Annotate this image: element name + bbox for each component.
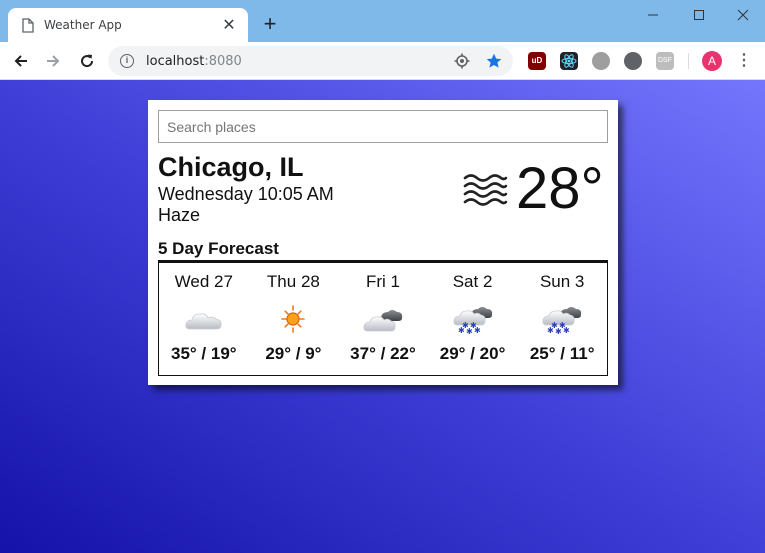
react-atom-icon bbox=[561, 54, 577, 68]
city-name: Chicago, IL bbox=[158, 152, 304, 182]
browser-tab[interactable]: Weather App ✕ bbox=[8, 8, 248, 42]
page-background: Chicago, IL Wednesday 10:05 AM Haze 28° … bbox=[0, 80, 765, 553]
bookmark-star-icon[interactable] bbox=[486, 53, 502, 69]
forecast-high: 29° bbox=[439, 344, 466, 363]
clouds-icon bbox=[363, 310, 403, 332]
reload-icon bbox=[81, 54, 94, 68]
forecast-day-label: Wed 27 bbox=[174, 272, 233, 291]
browser-toolbar: i localhost:8080 uD DSF A ⋮ bbox=[0, 42, 765, 80]
extension-3-icon[interactable] bbox=[592, 52, 610, 70]
forecast-day-label: Thu 28 bbox=[266, 272, 320, 291]
ublock-extension-icon[interactable]: uD bbox=[528, 52, 546, 70]
snow-cloud-icon: ✱ ✱ ✱✱ ✱ bbox=[453, 307, 492, 335]
profile-avatar[interactable]: A bbox=[702, 51, 722, 71]
back-button[interactable] bbox=[10, 50, 32, 72]
forecast-high: 29° bbox=[265, 344, 292, 363]
forecast-day-temps: 29° / 9° bbox=[265, 344, 322, 363]
cloud-icon bbox=[185, 313, 222, 330]
svg-text:✱: ✱ bbox=[559, 321, 566, 330]
svg-text:✱: ✱ bbox=[462, 321, 469, 330]
arrow-left-icon bbox=[14, 55, 27, 67]
forecast-day-temps: 35° / 19° bbox=[170, 344, 237, 363]
maximize-button[interactable] bbox=[676, 4, 722, 26]
forecast-day-temps: 25° / 11° bbox=[529, 344, 595, 363]
reload-button[interactable] bbox=[76, 50, 98, 72]
maximize-icon bbox=[694, 10, 704, 20]
window-close-button[interactable] bbox=[720, 4, 765, 26]
tab-close-icon[interactable]: ✕ bbox=[220, 15, 238, 35]
forecast-day-label: Fri 1 bbox=[365, 272, 400, 291]
tab-title: Weather App bbox=[44, 18, 122, 32]
address-bar[interactable]: i localhost:8080 bbox=[108, 46, 513, 76]
url-host: localhost bbox=[146, 53, 205, 69]
forecast-day-temps: 29° / 20° bbox=[439, 344, 506, 363]
tab-strip: Weather App ✕ + bbox=[0, 0, 765, 42]
forecast-day-temps: 37° / 22° bbox=[350, 344, 416, 363]
current-condition: Haze bbox=[158, 205, 201, 225]
forecast-day: Wed 27 35° / 19° bbox=[159, 263, 249, 375]
new-tab-button[interactable]: + bbox=[258, 12, 282, 36]
forecast-panel: Wed 27 35° / 19° Thu 28 29° / 9° Fri 1 3… bbox=[158, 260, 608, 376]
forecast-day: Sun 3 ✱ ✱ ✱ ✱ ✱ 25° / 11° bbox=[517, 263, 607, 375]
forecast-day: Fri 1 37° / 22° bbox=[338, 263, 428, 375]
haze-icon bbox=[463, 174, 508, 206]
url-port: :8080 bbox=[204, 53, 242, 69]
forward-button[interactable] bbox=[42, 50, 64, 72]
forecast-low: 9° bbox=[305, 344, 322, 363]
extension-5-icon[interactable]: DSF bbox=[656, 52, 674, 70]
forecast-low: 11° bbox=[569, 344, 595, 363]
forecast-high: 25° bbox=[529, 344, 556, 363]
forecast-day: Sat 2 ✱ ✱ ✱ ✱ ✱ 29° / 20° bbox=[428, 263, 518, 375]
menu-kebab-icon[interactable]: ⋮ bbox=[736, 52, 752, 70]
toolbar-divider bbox=[688, 53, 689, 69]
forecast-day-label: Sun 3 bbox=[539, 272, 585, 291]
forecast-day: Thu 28 29° / 9° bbox=[249, 263, 339, 375]
forecast-day-label: Sat 2 bbox=[452, 272, 493, 291]
minimize-button[interactable] bbox=[630, 4, 676, 26]
sun-icon bbox=[281, 305, 306, 333]
window-close-icon bbox=[737, 9, 749, 21]
snow-cloud-icon: ✱ ✱ ✱✱ ✱ bbox=[542, 307, 582, 335]
forecast-title: 5 Day Forecast bbox=[158, 239, 279, 258]
weather-card: Chicago, IL Wednesday 10:05 AM Haze 28° … bbox=[148, 100, 618, 385]
info-icon[interactable]: i bbox=[120, 54, 134, 68]
forecast-low: 20° bbox=[479, 344, 506, 363]
extension-4-icon[interactable] bbox=[624, 52, 642, 70]
react-devtools-extension-icon[interactable] bbox=[560, 52, 578, 70]
current-datetime: Wednesday 10:05 AM bbox=[158, 184, 334, 204]
location-target-icon[interactable] bbox=[454, 53, 470, 69]
forecast-high: 37° bbox=[350, 344, 376, 363]
forecast-low: 19° bbox=[210, 344, 237, 363]
document-icon bbox=[22, 17, 34, 33]
search-input[interactable] bbox=[158, 110, 608, 143]
svg-text:✱: ✱ bbox=[470, 321, 477, 330]
current-temperature: 28° bbox=[516, 156, 604, 221]
svg-text:✱: ✱ bbox=[551, 321, 558, 330]
minimize-icon bbox=[648, 14, 658, 16]
arrow-right-icon bbox=[47, 55, 60, 67]
forecast-high: 35° bbox=[170, 344, 197, 363]
forecast-low: 22° bbox=[390, 344, 416, 363]
